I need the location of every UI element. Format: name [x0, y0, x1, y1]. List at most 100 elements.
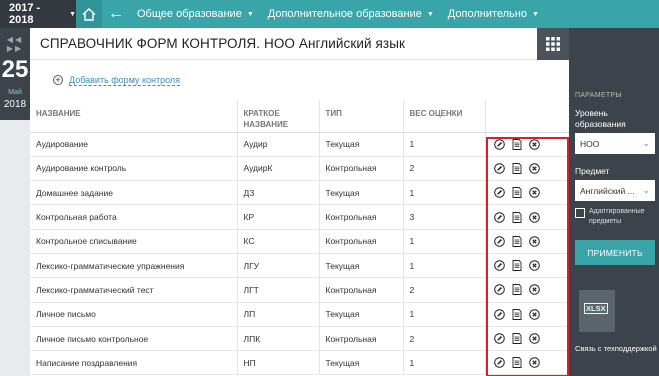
table-header-row: НАЗВАНИЕ КРАТКОЕ НАЗВАНИЕ ТИП ВЕС ОЦЕНКИ — [30, 100, 569, 133]
add-control-form-link[interactable]: Добавить форму контроля — [69, 75, 181, 86]
delete-icon[interactable] — [528, 211, 540, 223]
document-icon[interactable] — [512, 308, 522, 320]
column-header[interactable]: КРАТКОЕ НАЗВАНИЕ — [237, 100, 320, 133]
cell-short-name: АудирК — [237, 156, 320, 182]
page-title: СПРАВОЧНИК ФОРМ КОНТРОЛЯ. НОО Английский… — [40, 36, 406, 51]
edit-icon[interactable] — [493, 284, 505, 296]
table-row: Личное письмо контрольное ЛПК Контрольная 2 — [30, 326, 569, 352]
table-row: Контрольная работа КР Контрольная 3 — [30, 204, 569, 230]
delete-icon[interactable] — [528, 187, 540, 199]
document-icon[interactable] — [512, 357, 522, 369]
delete-icon[interactable] — [528, 308, 540, 320]
edit-icon[interactable] — [493, 333, 505, 344]
year-selector[interactable]: 2017 - 2018 ▼ — [0, 0, 76, 28]
edit-icon[interactable] — [493, 260, 505, 271]
grid-icon — [546, 37, 560, 51]
actions-column-header — [485, 100, 569, 133]
back-button[interactable]: ← — [102, 0, 130, 28]
row-actions — [493, 284, 564, 296]
cell-short-name: Аудир — [237, 132, 320, 157]
document-icon[interactable] — [512, 260, 522, 272]
document-icon[interactable] — [512, 187, 522, 199]
row-actions — [493, 138, 564, 150]
add-control-form-row: + Добавить форму контроля — [30, 60, 569, 100]
cell-weight: 1 — [403, 180, 486, 206]
education-level-select[interactable]: НОО ⌄ — [575, 133, 655, 154]
cell-short-name: ЛП — [237, 302, 320, 327]
cell-type: Текущая — [319, 253, 404, 279]
nav-additional[interactable]: Дополнительно ▼ — [441, 0, 546, 28]
cell-short-name: КС — [237, 229, 320, 254]
date-year: 2018 — [3, 99, 27, 110]
title-bar: СПРАВОЧНИК ФОРМ КОНТРОЛЯ. НОО Английский… — [30, 28, 569, 60]
edit-icon[interactable] — [493, 138, 505, 150]
cell-weight: 1 — [403, 302, 486, 327]
date-panel: ◀◀ ▶▶ 25 Май 2018 — [0, 28, 30, 120]
column-header[interactable]: НАЗВАНИЕ — [30, 100, 238, 133]
cell-short-name: ЛГТ — [237, 277, 320, 303]
row-actions — [493, 357, 564, 369]
nav-general-education[interactable]: Общее образование ▼ — [130, 0, 261, 28]
edit-icon[interactable] — [493, 357, 505, 369]
export-xlsx-button[interactable]: XLSX — [579, 290, 615, 332]
document-icon[interactable] — [512, 162, 522, 174]
adapted-subjects-checkbox[interactable] — [575, 208, 585, 218]
delete-icon[interactable] — [528, 236, 540, 247]
apply-button[interactable]: ПРИМЕНИТЬ — [575, 240, 655, 265]
row-actions — [493, 333, 564, 344]
subject-value: Английский ... — [580, 185, 635, 196]
adapted-subjects-label: Адаптированные предметы — [589, 208, 645, 225]
delete-icon[interactable] — [528, 284, 540, 296]
document-icon[interactable] — [512, 284, 522, 296]
cell-actions — [485, 277, 569, 303]
delete-icon[interactable] — [528, 333, 540, 344]
column-header[interactable]: ТИП — [319, 100, 404, 133]
delete-icon[interactable] — [528, 163, 540, 174]
delete-icon[interactable] — [528, 138, 540, 150]
apps-grid-button[interactable] — [537, 28, 569, 60]
date-nav-arrows-icon[interactable]: ◀◀ ▶▶ — [0, 28, 30, 53]
cell-weight: 1 — [403, 253, 486, 279]
delete-icon[interactable] — [528, 260, 540, 271]
arrow-left-icon: ← — [108, 5, 124, 22]
cell-short-name: ДЗ — [237, 180, 320, 206]
education-level-value: НОО — [580, 138, 600, 149]
cell-weight: 2 — [403, 326, 486, 352]
nav-label: Дополнительно — [447, 8, 527, 20]
adapted-subjects-checkbox-row[interactable]: Адаптированные предметы — [575, 207, 653, 227]
xlsx-label: XLSX — [584, 303, 608, 314]
year-label: 2017 - 2018 — [9, 2, 41, 26]
edit-icon[interactable] — [493, 236, 505, 247]
document-icon[interactable] — [512, 235, 522, 247]
cell-name: Личное письмо — [30, 302, 238, 327]
cell-name: Аудирование — [30, 132, 238, 157]
delete-icon[interactable] — [528, 357, 540, 369]
cell-name: Домашнее задание — [30, 180, 238, 206]
cell-type: Контрольная — [319, 277, 404, 303]
row-actions — [493, 235, 564, 247]
subject-select[interactable]: Английский ... ⌄ — [575, 180, 655, 201]
chevron-down-icon: ▼ — [426, 10, 434, 18]
cell-weight: 2 — [403, 277, 486, 303]
document-icon[interactable] — [512, 333, 522, 344]
home-button[interactable] — [76, 0, 102, 28]
support-link[interactable]: Связь с техподдержкой — [575, 344, 657, 353]
cell-weight: 1 — [403, 350, 486, 376]
table-row: Домашнее задание ДЗ Текущая 1 — [30, 180, 569, 206]
document-icon[interactable] — [512, 138, 522, 150]
cell-short-name: НП — [237, 350, 320, 376]
document-icon[interactable] — [512, 211, 522, 223]
nav-additional-education[interactable]: Дополнительное образование ▼ — [261, 0, 441, 28]
chevron-down-icon: ⌄ — [642, 185, 650, 195]
edit-icon[interactable] — [493, 211, 505, 223]
cell-type: Текущая — [319, 180, 404, 206]
plus-circle-icon[interactable]: + — [53, 75, 63, 85]
edit-icon[interactable] — [493, 187, 505, 199]
cell-actions — [485, 350, 569, 376]
cell-weight: 1 — [403, 229, 486, 254]
edit-icon[interactable] — [493, 163, 505, 174]
column-header[interactable]: ВЕС ОЦЕНКИ — [403, 100, 486, 133]
cell-name: Лексико-грамматический тест — [30, 277, 238, 303]
edit-icon[interactable] — [493, 308, 505, 320]
cell-name: Контрольная работа — [30, 204, 238, 230]
